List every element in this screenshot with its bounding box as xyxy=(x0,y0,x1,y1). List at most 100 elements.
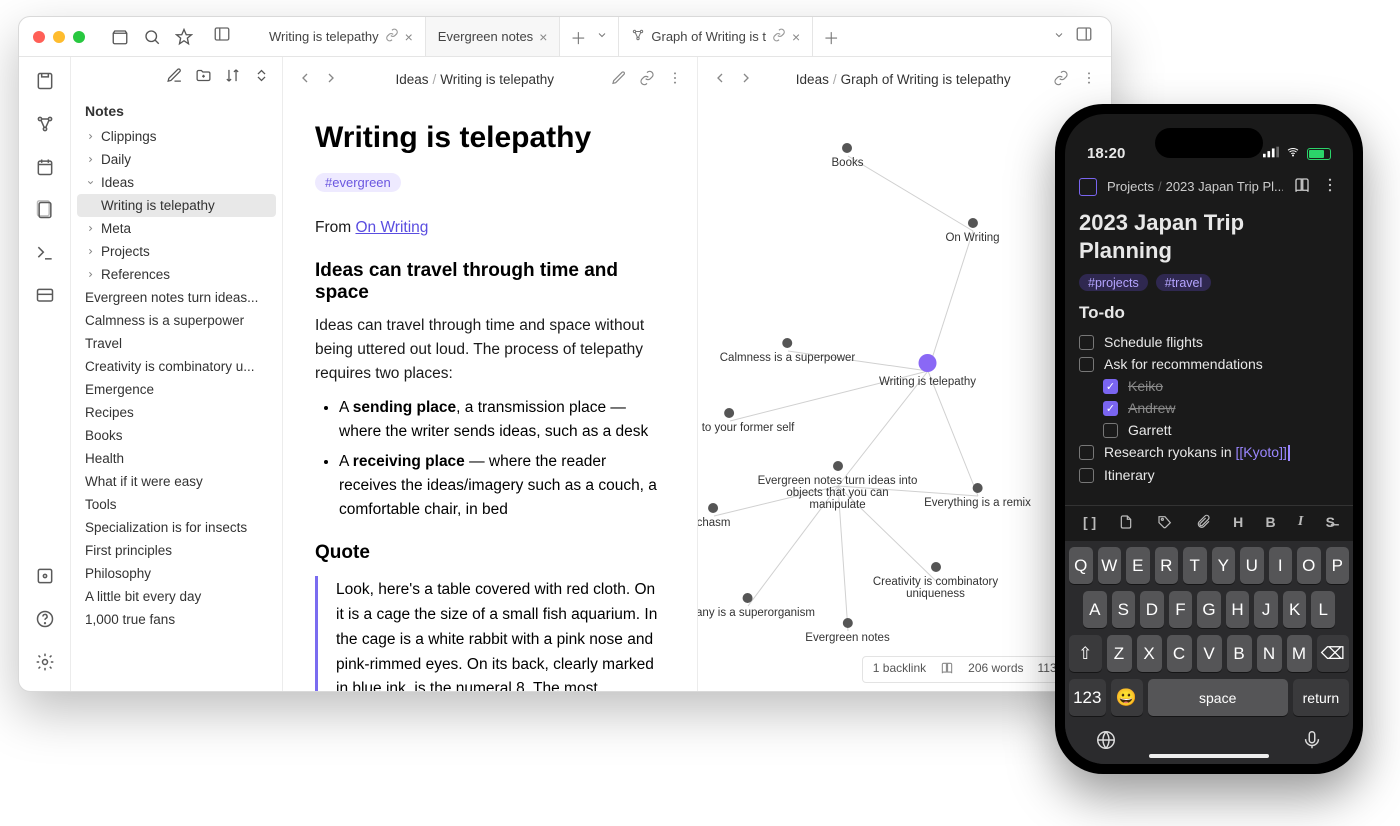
key-D[interactable]: D xyxy=(1140,591,1164,628)
graph-node[interactable]: chasm xyxy=(698,503,731,529)
sidebar-note[interactable]: Recipes xyxy=(71,401,282,424)
command-icon[interactable] xyxy=(35,243,55,268)
daily-note-icon[interactable] xyxy=(35,157,55,182)
checkbox[interactable] xyxy=(1103,423,1118,438)
phone-tag[interactable]: #travel xyxy=(1156,274,1212,291)
heading-icon[interactable]: H xyxy=(1233,514,1243,533)
settings-icon[interactable] xyxy=(35,652,55,677)
key-P[interactable]: P xyxy=(1326,547,1350,584)
key-X[interactable]: X xyxy=(1137,635,1162,672)
home-indicator[interactable] xyxy=(1149,754,1269,758)
file-icon[interactable] xyxy=(1118,514,1134,533)
sidebar-folder[interactable]: Daily xyxy=(71,148,282,171)
checkbox[interactable]: ✓ xyxy=(1103,379,1118,394)
key-A[interactable]: A xyxy=(1083,591,1107,628)
graph-node[interactable]: Books xyxy=(832,143,864,169)
word-count[interactable]: 206 words xyxy=(968,661,1023,678)
link-icon[interactable] xyxy=(639,70,655,89)
sidebar-note[interactable]: Specialization is for insects xyxy=(71,516,282,539)
more-icon[interactable] xyxy=(1081,70,1097,89)
key-numbers[interactable]: 123 xyxy=(1069,679,1106,716)
panels-icon[interactable] xyxy=(213,25,231,48)
close-icon[interactable]: × xyxy=(539,29,547,45)
graph-node[interactable]: mpany is a superorganism xyxy=(698,593,815,619)
key-F[interactable]: F xyxy=(1169,591,1193,628)
graph-node[interactable]: Evergreen notes xyxy=(805,618,889,644)
graph-node[interactable]: Creativity is combinatory uniqueness xyxy=(856,562,1016,600)
sidebar-note[interactable]: What if it were easy xyxy=(71,470,282,493)
sidebar-note[interactable]: Books xyxy=(71,424,282,447)
sidebar-note[interactable]: 1,000 true fans xyxy=(71,608,282,631)
minimize-window[interactable] xyxy=(53,31,65,43)
sidebar-folder[interactable]: Ideas xyxy=(71,171,282,194)
note-content[interactable]: Writing is telepathy #evergreen From On … xyxy=(283,101,697,691)
sidebar-note[interactable]: Travel xyxy=(71,332,282,355)
left-sidebar-icon[interactable] xyxy=(1079,178,1097,196)
globe-icon[interactable] xyxy=(1095,729,1117,754)
key-emoji[interactable]: 😀 xyxy=(1111,679,1143,716)
sidebar-folder[interactable]: Meta xyxy=(71,217,282,240)
reading-mode-icon[interactable] xyxy=(1293,176,1311,197)
key-R[interactable]: R xyxy=(1155,547,1179,584)
sidebar-note[interactable]: First principles xyxy=(71,539,282,562)
back-icon[interactable] xyxy=(712,70,728,89)
tab-dropdown-icon[interactable] xyxy=(596,28,608,46)
sort-icon[interactable] xyxy=(224,67,241,87)
vault-switcher-icon[interactable] xyxy=(35,566,55,591)
sidebar-folder[interactable]: Clippings xyxy=(71,125,282,148)
phone-tag[interactable]: #projects xyxy=(1079,274,1148,291)
key-U[interactable]: U xyxy=(1240,547,1264,584)
key-backspace[interactable]: ⌫ xyxy=(1317,635,1350,672)
edit-mode-icon[interactable] xyxy=(611,70,627,89)
vault-icon[interactable] xyxy=(111,28,129,46)
tag-icon[interactable] xyxy=(1157,514,1173,533)
help-icon[interactable] xyxy=(35,609,55,634)
checkbox[interactable] xyxy=(1079,357,1094,372)
checkbox[interactable]: ✓ xyxy=(1103,401,1118,416)
note-tag[interactable]: #evergreen xyxy=(315,173,401,192)
sidebar-note[interactable]: Creativity is combinatory u... xyxy=(71,355,282,378)
key-H[interactable]: H xyxy=(1226,591,1250,628)
key-V[interactable]: V xyxy=(1197,635,1222,672)
sidebar-note[interactable]: Tools xyxy=(71,493,282,516)
sidebar-folder[interactable]: References xyxy=(71,263,282,286)
checkbox[interactable] xyxy=(1079,445,1094,460)
templates-icon[interactable] xyxy=(35,200,55,225)
sidebar-note[interactable]: Emergence xyxy=(71,378,282,401)
collapse-icon[interactable] xyxy=(253,67,270,87)
close-icon[interactable]: × xyxy=(792,29,800,45)
on-writing-link[interactable]: On Writing xyxy=(355,219,428,236)
tab-dropdown-icon[interactable] xyxy=(1053,28,1065,46)
search-icon[interactable] xyxy=(143,28,161,46)
key-Y[interactable]: Y xyxy=(1212,547,1236,584)
key-K[interactable]: K xyxy=(1283,591,1307,628)
new-tab-icon[interactable]: ＋ xyxy=(823,25,839,49)
checkbox[interactable] xyxy=(1079,468,1094,483)
new-note-icon[interactable] xyxy=(166,67,183,87)
key-T[interactable]: T xyxy=(1183,547,1207,584)
key-I[interactable]: I xyxy=(1269,547,1293,584)
key-space[interactable]: space xyxy=(1148,679,1288,716)
maximize-window[interactable] xyxy=(73,31,85,43)
tab-evergreen[interactable]: Evergreen notes × xyxy=(426,17,561,56)
sidebar-note[interactable]: Philosophy xyxy=(71,562,282,585)
link-icon[interactable] xyxy=(1053,70,1069,89)
key-E[interactable]: E xyxy=(1126,547,1150,584)
graph-node[interactable]: igation to your former self xyxy=(698,408,795,434)
breadcrumb[interactable]: Ideas/Graph of Writing is telepathy xyxy=(764,72,1044,87)
todo-item[interactable]: Research ryokans in [[Kyoto]] xyxy=(1079,441,1339,464)
key-O[interactable]: O xyxy=(1297,547,1321,584)
key-M[interactable]: M xyxy=(1287,635,1312,672)
sidebar-note[interactable]: Writing is telepathy xyxy=(77,194,276,217)
key-Q[interactable]: Q xyxy=(1069,547,1093,584)
tab-graph[interactable]: Graph of Writing is t × xyxy=(619,17,813,56)
new-tab-icon[interactable]: ＋ xyxy=(570,25,586,49)
checkbox[interactable] xyxy=(1079,335,1094,350)
forward-icon[interactable] xyxy=(323,70,339,89)
sidebar-note[interactable]: A little bit every day xyxy=(71,585,282,608)
phone-note-content[interactable]: 2023 Japan Trip Planning #projects#trave… xyxy=(1065,205,1353,505)
key-J[interactable]: J xyxy=(1254,591,1278,628)
backlinks-count[interactable]: 1 backlink xyxy=(873,661,926,678)
phone-breadcrumb[interactable]: Projects/2023 Japan Trip Pl... xyxy=(1107,179,1283,194)
star-icon[interactable] xyxy=(175,28,193,46)
